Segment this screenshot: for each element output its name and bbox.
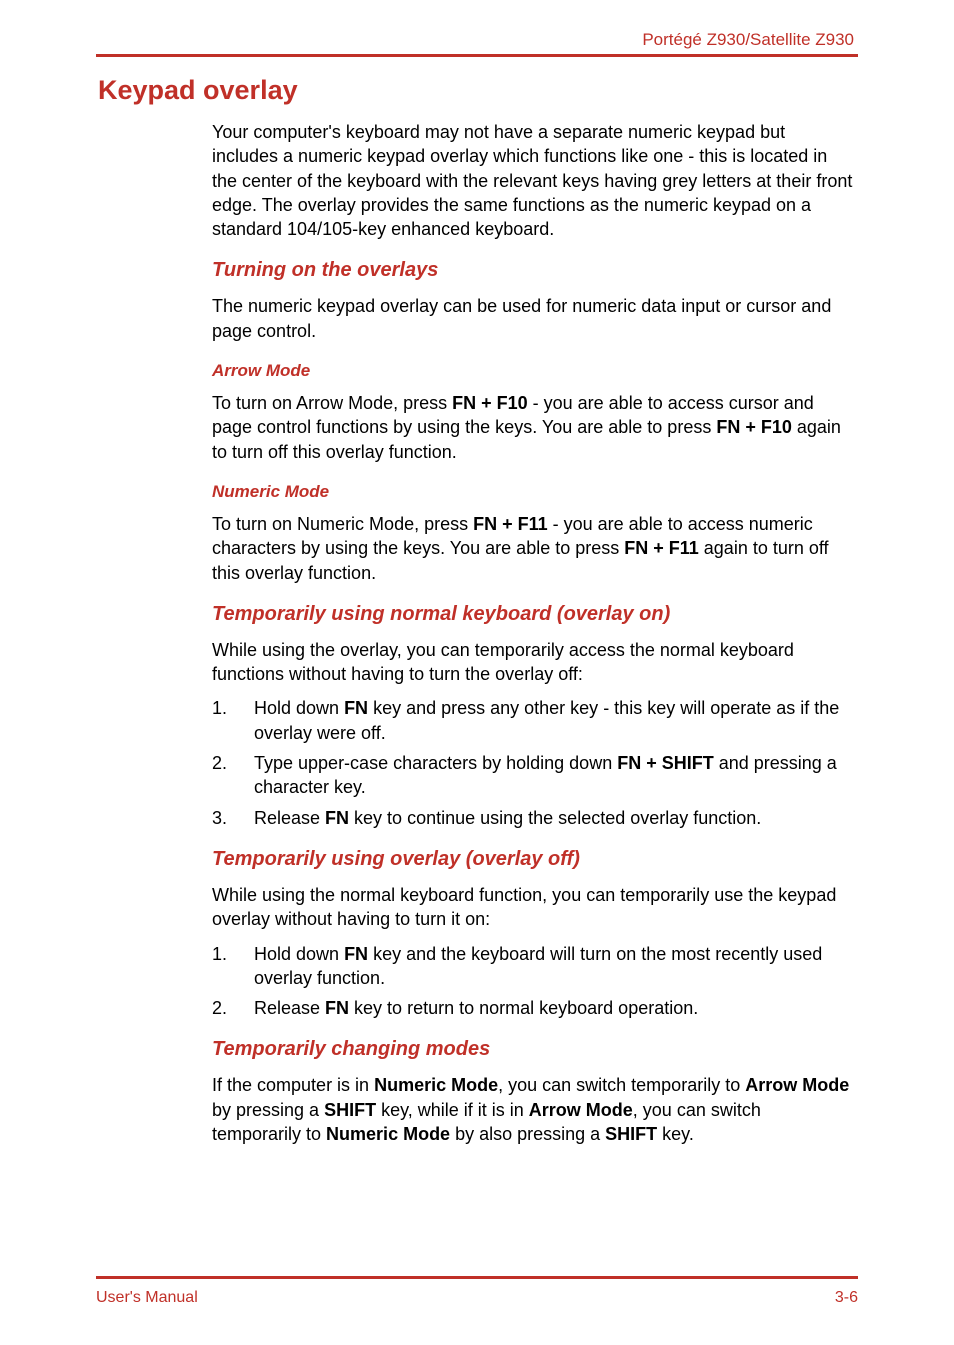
text: key. (657, 1124, 694, 1144)
key-name: SHIFT (324, 1100, 376, 1120)
list-text: Release FN key to return to normal keybo… (254, 996, 854, 1020)
header-product: Portégé Z930/Satellite Z930 (96, 30, 858, 50)
key-combo: FN + SHIFT (617, 753, 714, 773)
text: Hold down (254, 698, 344, 718)
key-combo: FN (344, 944, 368, 964)
text: Type upper-case characters by holding do… (254, 753, 617, 773)
subheading-numeric-mode: Numeric Mode (212, 482, 854, 502)
list-number: 2. (212, 996, 254, 1020)
text: Release (254, 998, 325, 1018)
content: Your computer's keyboard may not have a … (212, 120, 854, 1146)
key-name: SHIFT (605, 1124, 657, 1144)
key-combo: FN (344, 698, 368, 718)
text: , you can switch temporarily to (498, 1075, 745, 1095)
list-item: 1. Hold down FN key and the keyboard wil… (212, 942, 854, 991)
steps-list: 1. Hold down FN key and the keyboard wil… (212, 942, 854, 1021)
footer-rule (96, 1276, 858, 1279)
mode-name: Numeric Mode (326, 1124, 450, 1144)
subheading-turning-on-overlays: Turning on the overlays (212, 259, 854, 282)
paragraph: While using the normal keyboard function… (212, 883, 854, 932)
steps-list: 1. Hold down FN key and press any other … (212, 696, 854, 829)
list-number: 1. (212, 696, 254, 745)
list-text: Release FN key to continue using the sel… (254, 806, 854, 830)
text: key, while if it is in (376, 1100, 529, 1120)
page-footer: User's Manual 3-6 (96, 1276, 858, 1307)
key-combo: FN + F11 (624, 538, 699, 558)
header-rule (96, 54, 858, 57)
mode-name: Arrow Mode (745, 1075, 849, 1095)
list-item: 2. Release FN key to return to normal ke… (212, 996, 854, 1020)
text: key to continue using the selected overl… (349, 808, 761, 828)
section-heading-keypad-overlay: Keypad overlay (98, 75, 858, 106)
text: To turn on Numeric Mode, press (212, 514, 473, 534)
subheading-arrow-mode: Arrow Mode (212, 361, 854, 381)
key-combo: FN (325, 808, 349, 828)
text: key to return to normal keyboard operati… (349, 998, 698, 1018)
key-combo: FN + F11 (473, 514, 548, 534)
mode-name: Numeric Mode (374, 1075, 498, 1095)
list-item: 3. Release FN key to continue using the … (212, 806, 854, 830)
text: To turn on Arrow Mode, press (212, 393, 452, 413)
changing-modes-paragraph: If the computer is in Numeric Mode, you … (212, 1073, 854, 1146)
key-combo: FN (325, 998, 349, 1018)
paragraph: The numeric keypad overlay can be used f… (212, 294, 854, 343)
arrow-mode-paragraph: To turn on Arrow Mode, press FN + F10 - … (212, 391, 854, 464)
numeric-mode-paragraph: To turn on Numeric Mode, press FN + F11 … (212, 512, 854, 585)
list-text: Hold down FN key and the keyboard will t… (254, 942, 854, 991)
list-item: 2. Type upper-case characters by holding… (212, 751, 854, 800)
text: Release (254, 808, 325, 828)
text: by pressing a (212, 1100, 324, 1120)
intro-paragraph: Your computer's keyboard may not have a … (212, 120, 854, 241)
key-combo: FN + F10 (452, 393, 528, 413)
list-item: 1. Hold down FN key and press any other … (212, 696, 854, 745)
list-number: 3. (212, 806, 254, 830)
mode-name: Arrow Mode (529, 1100, 633, 1120)
footer-page-number: 3-6 (835, 1289, 858, 1307)
list-number: 2. (212, 751, 254, 800)
page: Portégé Z930/Satellite Z930 Keypad overl… (0, 0, 954, 1345)
footer-left: User's Manual (96, 1289, 198, 1307)
list-number: 1. (212, 942, 254, 991)
subheading-temp-normal-keyboard: Temporarily using normal keyboard (overl… (212, 603, 854, 626)
text: Hold down (254, 944, 344, 964)
text: If the computer is in (212, 1075, 374, 1095)
paragraph: While using the overlay, you can tempora… (212, 638, 854, 687)
subheading-temp-changing-modes: Temporarily changing modes (212, 1038, 854, 1061)
list-text: Hold down FN key and press any other key… (254, 696, 854, 745)
key-combo: FN + F10 (716, 417, 792, 437)
subheading-temp-overlay: Temporarily using overlay (overlay off) (212, 848, 854, 871)
text: by also pressing a (450, 1124, 605, 1144)
list-text: Type upper-case characters by holding do… (254, 751, 854, 800)
